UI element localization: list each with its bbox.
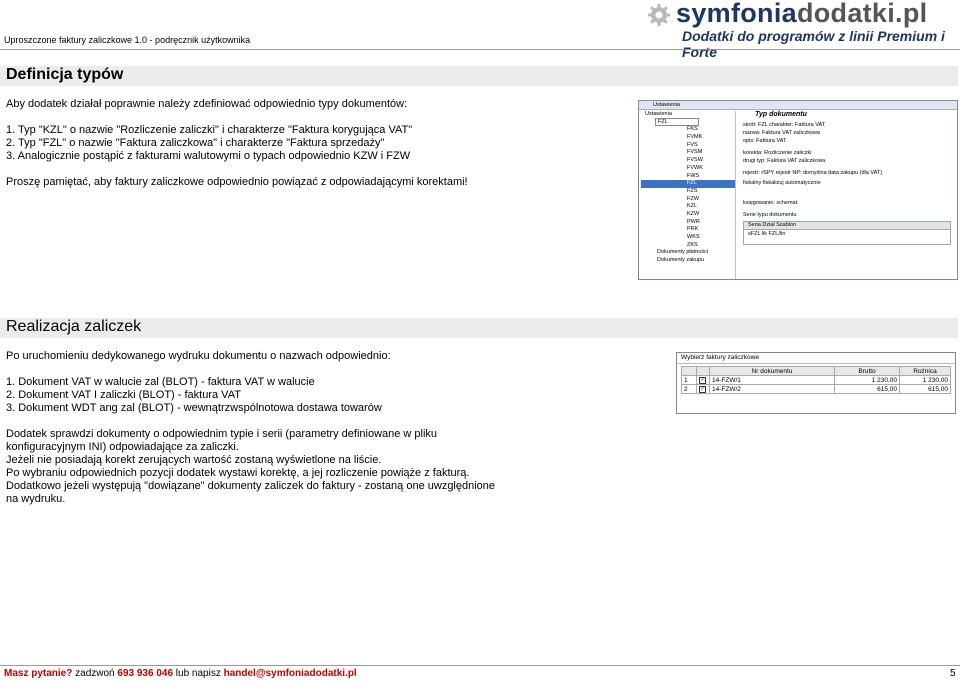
email-link[interactable]: handel@symfoniadodatki.pl: [224, 668, 357, 679]
tree-item: FVS: [687, 141, 698, 148]
section1-note: Proszę pamiętać, aby faktury zaliczkowe …: [6, 176, 468, 188]
list-item: 1. Typ "KZL" o nazwie "Rozliczenie zalic…: [6, 124, 413, 136]
paragraph-line: konfiguracyjnym INI) odpowiadające za za…: [6, 441, 239, 453]
tree-item: FVWK: [687, 164, 703, 171]
tree-item-selected: FZL: [641, 180, 735, 188]
list-item: 2. Typ "FZL" o nazwie "Faktura zaliczkow…: [6, 137, 385, 149]
list-item: 1. Dokument VAT w walucie zal (BLOT) - f…: [6, 376, 315, 388]
field-row: fiskalny fiskalizuj automatycznie: [743, 180, 821, 186]
paragraph-line: Po wybraniu odpowiednich pozycji dodatek…: [6, 467, 470, 479]
header-divider: [0, 49, 960, 50]
tree-item: FKS: [687, 126, 698, 133]
tree-item: FVSM: [687, 149, 703, 156]
brand-name: symfoniadodatki.pl: [676, 0, 928, 28]
dialog-caption: Wybierz faktury zaliczkowe: [677, 353, 955, 364]
series-grid-header: Seria Dział Szablon: [744, 222, 950, 230]
table-row: 1 ✓ 14-FZW/1 1 230,00 1 230,00: [681, 375, 951, 385]
field-row: nazwa: Faktura VAT zaliczkowa: [743, 130, 821, 136]
phone-link[interactable]: 693 936 046: [117, 668, 173, 679]
tree-item: FVSW: [687, 157, 703, 164]
section-heading-types: Definicja typów: [0, 66, 958, 86]
tree-item: FWS: [687, 172, 700, 179]
table-header: Nr dokumentu Brutto Rożnica: [681, 366, 951, 376]
series-label: Serie typu dokumentu: [743, 212, 797, 218]
tree-item: FZW: [687, 195, 699, 202]
footer-text: zadzwoń: [72, 668, 118, 679]
column-header: Rożnica: [899, 366, 951, 376]
gear-icon: [648, 4, 670, 26]
panel-title: Typ dokumentu: [755, 111, 807, 118]
field-row: rejestr: rSPY rejestr NP: domyślna data …: [743, 170, 883, 176]
paragraph-line: Jeżeli nie posiadają korekt zerujących w…: [6, 454, 382, 466]
tree-item: ZKS: [687, 241, 698, 248]
tree-item: KZL: [687, 203, 698, 210]
paragraph-line: Dodatek sprawdzi dokumenty o odpowiednim…: [6, 428, 438, 440]
tree-item: KZW: [687, 210, 700, 217]
tree-folder: Dokumenty zakupu: [657, 257, 705, 264]
section-heading-advances: Realizacja zaliczek: [0, 318, 958, 338]
field-row: opis: Faktura VAT: [743, 138, 787, 144]
section2-intro: Po uruchomieniu dedykowanego wydruku dok…: [6, 350, 391, 362]
settings-toolbar: Ustawienia: [639, 101, 957, 110]
footer-contact: Masz pytanie? zadzwoń 693 936 046 lub na…: [4, 668, 357, 679]
series-grid: Seria Dział Szablon sFZL lik FZL/lin: [743, 221, 951, 245]
section1-intro: Aby dodatek działał poprawnie należy zde…: [6, 98, 408, 110]
tree-item: WKS: [687, 234, 700, 240]
tree-folder: Dokumenty płatności: [657, 249, 709, 256]
footer-text: lub napisz: [173, 668, 224, 679]
tree-item: FVMK: [687, 134, 703, 141]
type-tree: Ustawienia FZL FKS FVMK FVS FVSM FVSW FV…: [641, 111, 736, 279]
field-row: drugi typ: Faktura VAT zaliczkowa: [743, 158, 826, 164]
field-row: skrót: FZL charakter: Faktura VAT: [743, 122, 826, 128]
series-grid-row: sFZL lik FZL/lin: [748, 231, 786, 237]
brand-logo: symfoniadodatki.pl Dodatki do programów …: [648, 0, 958, 60]
column-header: Brutto: [834, 366, 900, 376]
tree-item: PRK: [687, 226, 699, 233]
paragraph-line: na wydruku.: [6, 493, 66, 505]
page-number: 5: [950, 668, 956, 679]
advance-invoice-table: Nr dokumentu Brutto Rożnica 1 ✓ 14-FZW/1…: [681, 366, 951, 394]
advance-invoice-picker-screenshot: Wybierz faktury zaliczkowe Nr dokumentu …: [676, 352, 956, 414]
list-item: 3. Analogicznie postąpić z fakturami wal…: [6, 150, 411, 162]
list-item: 2. Dokument VAT I zaliczki (BLOT) - fakt…: [6, 389, 241, 401]
field-row: korekta: Rozliczenie zaliczki: [743, 150, 812, 156]
list-item: 3. Dokument WDT ang zal (BLOT) - wewnątr…: [6, 402, 382, 414]
paragraph-line: Dodatkowo jeżeli występują "dowiązane" d…: [6, 480, 496, 492]
table-row: 2 ✓ 14-FZW/2 615,00 615,00: [681, 384, 951, 394]
field-row: księgowanie: schemat: [743, 200, 798, 206]
column-header: Nr dokumentu: [709, 366, 835, 376]
document-type-settings-screenshot: Ustawienia Ustawienia FZL FKS FVMK FVS F…: [638, 100, 958, 280]
tree-combo: FZL: [641, 117, 735, 127]
tree-item: PWR: [687, 218, 700, 225]
checkbox-checked-icon: ✓: [699, 386, 706, 393]
footer-divider: [0, 665, 960, 666]
document-title: Uproszczone faktury zaliczkowe 1.0 - pod…: [4, 35, 251, 45]
brand-tagline: Dodatki do programów z linii Premium i F…: [682, 28, 945, 60]
tree-item: FZS: [687, 187, 698, 194]
checkbox-checked-icon: ✓: [699, 377, 706, 384]
type-details-panel: Typ dokumentu skrót: FZL charakter: Fakt…: [739, 111, 955, 277]
footer-question: Masz pytanie?: [4, 668, 73, 679]
